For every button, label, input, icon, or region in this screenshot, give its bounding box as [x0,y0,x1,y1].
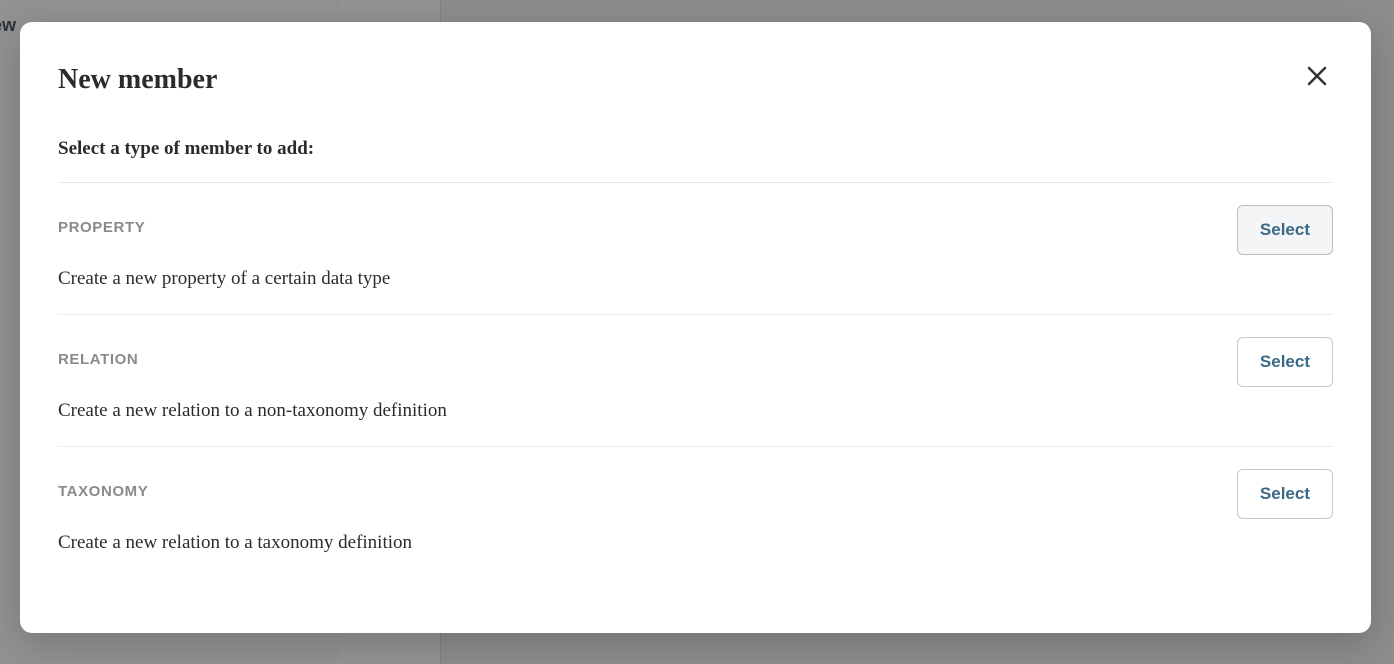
option-label: PROPERTY [58,219,1237,236]
option-text: RELATION Create a new relation to a non-… [58,337,1237,422]
option-label: RELATION [58,351,1237,368]
option-description: Create a new property of a certain data … [58,268,1237,290]
option-text: PROPERTY Create a new property of a cert… [58,205,1237,290]
option-row-property: PROPERTY Create a new property of a cert… [58,183,1333,315]
modal-header: New member [58,64,1333,96]
modal-subtitle: Select a type of member to add: [58,138,1333,183]
option-text: TAXONOMY Create a new relation to a taxo… [58,469,1237,554]
select-button-taxonomy[interactable]: Select [1237,469,1333,519]
option-label: TAXONOMY [58,483,1237,500]
select-button-relation[interactable]: Select [1237,337,1333,387]
option-description: Create a new relation to a taxonomy defi… [58,532,1237,554]
modal-title: New member [58,64,217,96]
new-member-modal: New member Select a type of member to ad… [20,22,1371,633]
close-icon [1305,64,1329,88]
select-button-property[interactable]: Select [1237,205,1333,255]
option-row-relation: RELATION Create a new relation to a non-… [58,315,1333,447]
close-button[interactable] [1301,60,1333,92]
option-description: Create a new relation to a non-taxonomy … [58,400,1237,422]
option-row-taxonomy: TAXONOMY Create a new relation to a taxo… [58,447,1333,578]
